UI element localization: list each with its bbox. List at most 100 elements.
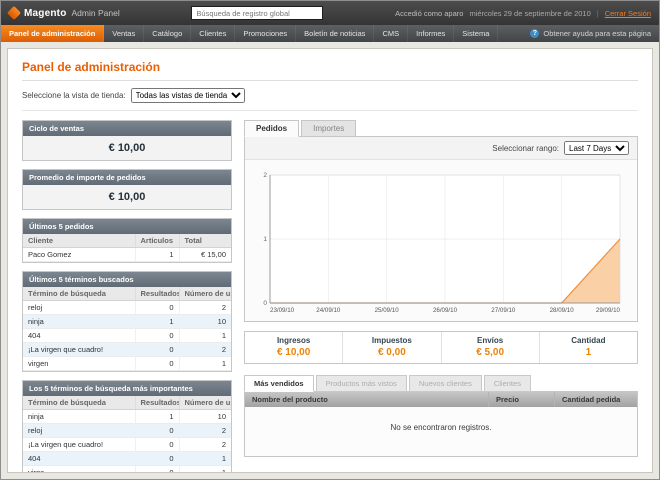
- content-area: Panel de administración Seleccione la vi…: [7, 48, 653, 473]
- table-row[interactable]: ¡La virgen que cuadro!02: [23, 438, 231, 452]
- table-row[interactable]: reloj02: [23, 424, 231, 438]
- nav-item-promociones[interactable]: Promociones: [235, 25, 296, 42]
- tab-pedidos[interactable]: Pedidos: [244, 120, 299, 137]
- column-header-resultados: Resultados: [135, 287, 179, 301]
- grid-column-precio[interactable]: Precio: [489, 392, 555, 407]
- column-header-t-rmino-de-b-squeda: Término de búsqueda: [23, 287, 135, 301]
- nav-item-cms[interactable]: CMS: [374, 25, 408, 42]
- last-search-terms-panel: Últimos 5 términos buscados Término de b…: [22, 271, 232, 372]
- table-cell: virge: [23, 466, 135, 474]
- column-header-n-mero-de-usos: Número de usos: [179, 396, 231, 410]
- table-row[interactable]: Paco Gomez1€ 15,00: [23, 248, 231, 262]
- grid-tab-m-s-vendidos[interactable]: Más vendidos: [244, 375, 314, 392]
- table-row[interactable]: reloj02: [23, 301, 231, 315]
- column-header-art-culos: Artículos: [135, 234, 179, 248]
- last-orders-table: ClienteArtículosTotalPaco Gomez1€ 15,00: [23, 234, 231, 262]
- dashboard-main-column: PedidosImportes Seleccionar rango: Last …: [244, 120, 638, 457]
- grid-tab-productos-m-s-vistos: Productos más vistos: [316, 375, 407, 392]
- column-header-total: Total: [179, 234, 231, 248]
- total-label: Cantidad: [540, 336, 637, 345]
- table-cell: 0: [135, 452, 179, 466]
- column-header-n-mero-de-usos: Número de usos: [179, 287, 231, 301]
- grid-tab-clientes: Clientes: [484, 375, 531, 392]
- totals-row: Ingresos€ 10,00Impuestos€ 0,00Envíos€ 5,…: [244, 331, 638, 364]
- total-env-os: Envíos€ 5,00: [441, 332, 539, 363]
- nav-item-panel-de-administraci-n[interactable]: Panel de administración: [1, 25, 104, 42]
- table-row[interactable]: virgen01: [23, 357, 231, 371]
- header-user-info: Accedió como aparo miércoles 29 de septi…: [395, 9, 651, 18]
- nav-item-bolet-n-de-noticias[interactable]: Boletín de noticias: [296, 25, 374, 42]
- store-view-select[interactable]: Todas las vistas de tienda: [131, 88, 245, 103]
- svg-text:2: 2: [263, 172, 267, 179]
- column-header-resultados: Resultados: [135, 396, 179, 410]
- grid-tabs: Más vendidosProductos más vistosNuevos c…: [244, 375, 638, 392]
- table-cell: ¡La virgen que cuadro!: [23, 343, 135, 357]
- grid-empty-message: No se encontraron registros.: [245, 407, 637, 456]
- lifetime-sales-panel: Ciclo de ventas € 10,00: [22, 120, 232, 161]
- total-label: Envíos: [442, 336, 539, 345]
- magento-logo[interactable]: Magento Admin Panel: [9, 8, 120, 19]
- average-orders-value: € 10,00: [23, 185, 231, 209]
- column-header-t-rmino-de-b-squeda: Término de búsqueda: [23, 396, 135, 410]
- main-nav: Panel de administraciónVentasCatálogoCli…: [1, 25, 659, 42]
- table-cell: 0: [135, 301, 179, 315]
- table-cell: Paco Gomez: [23, 248, 135, 262]
- table-cell: reloj: [23, 424, 135, 438]
- total-cantidad: Cantidad1: [539, 332, 637, 363]
- dashboard: Ciclo de ventas € 10,00 Promedio de impo…: [22, 120, 638, 473]
- table-row[interactable]: ninja110: [23, 315, 231, 329]
- table-cell: ninja: [23, 315, 135, 329]
- total-impuestos: Impuestos€ 0,00: [342, 332, 440, 363]
- help-link[interactable]: ? Obtener ayuda para esta página: [522, 25, 659, 42]
- nav-item-clientes[interactable]: Clientes: [191, 25, 235, 42]
- separator: |: [597, 9, 599, 18]
- lifetime-sales-value: € 10,00: [23, 136, 231, 160]
- svg-text:24/09/10: 24/09/10: [316, 307, 341, 314]
- table-cell: 10: [179, 315, 231, 329]
- magento-logo-icon: [7, 6, 21, 20]
- table-row[interactable]: ninja110: [23, 410, 231, 424]
- last-search-terms-table: Término de búsquedaResultadosNúmero de u…: [23, 287, 231, 371]
- nav-item-cat-logo[interactable]: Catálogo: [144, 25, 191, 42]
- page-title: Panel de administración: [22, 60, 638, 74]
- range-select[interactable]: Last 7 Days: [564, 141, 629, 155]
- svg-text:1: 1: [263, 236, 267, 243]
- column-header-cliente: Cliente: [23, 234, 135, 248]
- lifetime-sales-title: Ciclo de ventas: [23, 121, 231, 136]
- table-cell: 0: [135, 466, 179, 474]
- table-row[interactable]: virge01: [23, 466, 231, 474]
- grid-column-nombre-del-producto[interactable]: Nombre del producto: [245, 392, 489, 407]
- table-cell: 0: [135, 424, 179, 438]
- svg-text:29/09/10: 29/09/10: [596, 307, 621, 314]
- help-label: Obtener ayuda para esta página: [543, 29, 651, 38]
- nav-item-informes[interactable]: Informes: [408, 25, 454, 42]
- table-row[interactable]: 40401: [23, 329, 231, 343]
- logo-text: Magento: [24, 8, 67, 19]
- nav-item-ventas[interactable]: Ventas: [104, 25, 144, 42]
- products-grid: Nombre del productoPrecioCantidad pedida…: [244, 391, 638, 457]
- top-search-terms-panel: Los 5 términos de búsqueda más important…: [22, 380, 232, 473]
- grid-column-cantidad-pedida[interactable]: Cantidad pedida: [555, 392, 637, 407]
- table-cell: 1: [179, 329, 231, 343]
- table-cell: 1: [135, 248, 179, 262]
- table-row[interactable]: 40401: [23, 452, 231, 466]
- logout-link[interactable]: Cerrar Sesión: [605, 9, 651, 18]
- svg-text:25/09/10: 25/09/10: [375, 307, 400, 314]
- products-grid-header: Nombre del productoPrecioCantidad pedida: [245, 392, 637, 407]
- orders-chart: 01223/09/1024/09/1025/09/1026/09/1027/09…: [254, 167, 628, 319]
- title-divider: [22, 80, 638, 81]
- average-orders-title: Promedio de importe de pedidos: [23, 170, 231, 185]
- average-orders-panel: Promedio de importe de pedidos € 10,00: [22, 169, 232, 210]
- chart-tabs: PedidosImportes: [244, 120, 638, 137]
- svg-text:26/09/10: 26/09/10: [433, 307, 458, 314]
- global-search-input[interactable]: [191, 6, 323, 20]
- table-cell: virgen: [23, 357, 135, 371]
- last-search-terms-title: Últimos 5 términos buscados: [23, 272, 231, 287]
- table-cell: 0: [135, 329, 179, 343]
- table-row[interactable]: ¡La virgen que cuadro!02: [23, 343, 231, 357]
- svg-text:0: 0: [263, 300, 267, 307]
- nav-item-sistema[interactable]: Sistema: [454, 25, 498, 42]
- table-cell: 0: [135, 343, 179, 357]
- tab-importes[interactable]: Importes: [301, 120, 356, 137]
- help-icon: ?: [530, 29, 539, 38]
